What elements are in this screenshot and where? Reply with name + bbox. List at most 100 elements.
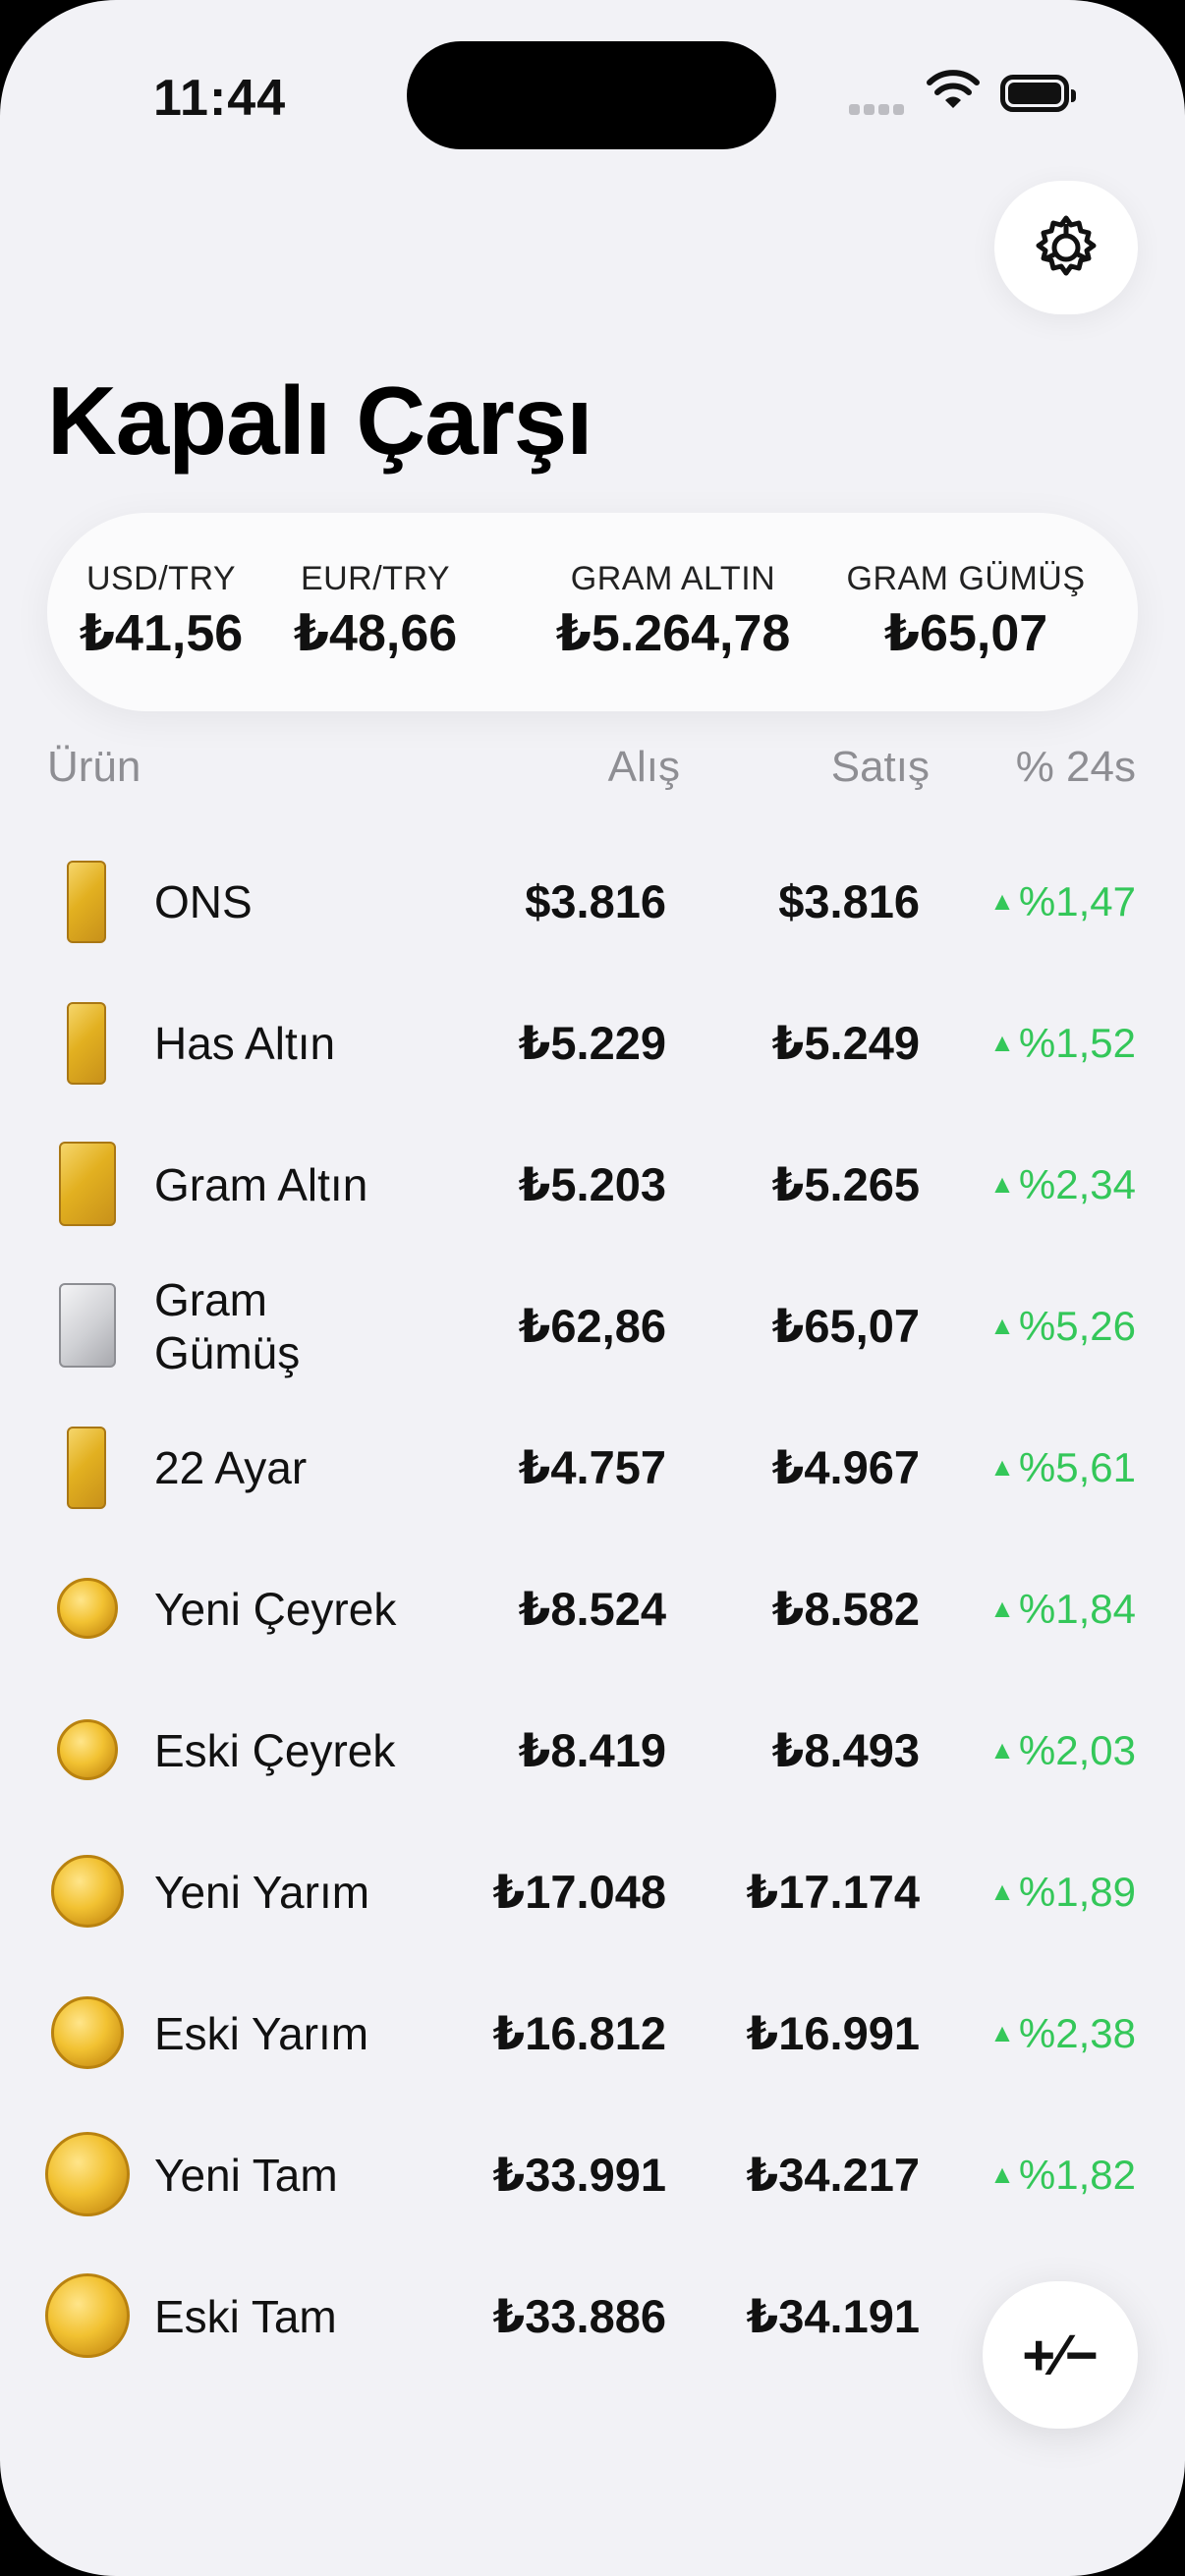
table-row-gram-altin[interactable]: Gram Altın ₺5.203 ₺5.265 ▲%2,34 bbox=[0, 1114, 1185, 1256]
rate-gram-gold[interactable]: GRAM ALTIN ₺5.264,78 bbox=[540, 560, 806, 663]
up-triangle-icon: ▲ bbox=[989, 1594, 1015, 1623]
row-sell-price: ₺5.265 bbox=[771, 1158, 920, 1210]
row-buy-price: ₺4.757 bbox=[518, 1441, 666, 1493]
row-change: ▲%2,38 bbox=[989, 2010, 1136, 2056]
row-change: ▲%1,47 bbox=[989, 878, 1136, 924]
row-sell-price: ₺8.582 bbox=[771, 1583, 920, 1635]
gold-coin-icon bbox=[45, 2273, 130, 2358]
row-name: ONS bbox=[154, 876, 253, 927]
plus-minus-icon: +⁄− bbox=[1022, 2323, 1099, 2387]
table-row-ons[interactable]: ONS $3.816 $3.816 ▲%1,47 bbox=[0, 831, 1185, 973]
gold-bar-icon bbox=[67, 1427, 106, 1509]
status-time: 11:44 bbox=[153, 70, 287, 127]
up-triangle-icon: ▲ bbox=[989, 1028, 1015, 1057]
rate-label: GRAM ALTIN bbox=[570, 560, 776, 597]
gold-coin-icon bbox=[45, 2132, 130, 2216]
row-change: ▲%2,34 bbox=[989, 1161, 1136, 1207]
row-name: Eski Yarım bbox=[154, 2008, 369, 2059]
row-sell-price: ₺65,07 bbox=[771, 1300, 920, 1352]
gold-coin-icon bbox=[57, 1578, 118, 1639]
rate-eur-try[interactable]: EUR/TRY ₺48,66 bbox=[279, 560, 472, 663]
up-triangle-icon: ▲ bbox=[989, 1735, 1015, 1764]
table-row-gram-gumus[interactable]: Gram Gümüş ₺62,86 ₺65,07 ▲%5,26 bbox=[0, 1256, 1185, 1397]
rate-value: ₺65,07 bbox=[883, 605, 1048, 662]
rate-label: EUR/TRY bbox=[300, 560, 451, 597]
gear-icon bbox=[1036, 215, 1097, 276]
rate-value: ₺5.264,78 bbox=[555, 605, 791, 662]
row-name: Yeni Tam bbox=[154, 2150, 338, 2201]
column-header-buy[interactable]: Alış bbox=[608, 743, 680, 792]
table-row-has-altin[interactable]: Has Altın ₺5.229 ₺5.249 ▲%1,52 bbox=[0, 973, 1185, 1114]
up-triangle-icon: ▲ bbox=[989, 1169, 1015, 1199]
table-row-22-ayar[interactable]: 22 Ayar ₺4.757 ₺4.967 ▲%5,61 bbox=[0, 1397, 1185, 1539]
wifi-icon bbox=[927, 70, 980, 108]
table-row-eski-ceyrek[interactable]: Eski Çeyrek ₺8.419 ₺8.493 ▲%2,03 bbox=[0, 1680, 1185, 1821]
row-buy-price: ₺8.419 bbox=[518, 1724, 666, 1776]
row-change: ▲%5,61 bbox=[989, 1444, 1136, 1490]
column-header-product: Ürün bbox=[47, 743, 141, 791]
plus-minus-button[interactable]: +⁄− bbox=[983, 2281, 1138, 2429]
rate-value: ₺41,56 bbox=[79, 605, 244, 662]
gram-gold-bar-icon bbox=[59, 1142, 116, 1226]
row-sell-price: ₺34.191 bbox=[746, 2290, 920, 2342]
page-title: Kapalı Çarşı bbox=[47, 366, 592, 475]
gold-coin-icon bbox=[57, 1719, 118, 1780]
row-buy-price: ₺8.524 bbox=[518, 1583, 666, 1635]
table-row-yeni-tam[interactable]: Yeni Tam ₺33.991 ₺34.217 ▲%1,82 bbox=[0, 2104, 1185, 2246]
row-buy-price: ₺33.991 bbox=[492, 2149, 666, 2201]
row-sell-price: ₺5.249 bbox=[771, 1017, 920, 1069]
row-change: ▲%1,52 bbox=[989, 1020, 1136, 1066]
table-row-eski-yarim[interactable]: Eski Yarım ₺16.812 ₺16.991 ▲%2,38 bbox=[0, 1963, 1185, 2104]
rate-gram-silver[interactable]: GRAM GÜMÜŞ ₺65,07 bbox=[835, 560, 1097, 663]
row-buy-price: ₺16.812 bbox=[492, 2007, 666, 2059]
row-name: Eski Çeyrek bbox=[154, 1725, 396, 1776]
row-buy-price: ₺62,86 bbox=[518, 1300, 666, 1352]
row-change: ▲%1,89 bbox=[989, 1869, 1136, 1915]
row-name: 22 Ayar bbox=[154, 1442, 308, 1493]
row-buy-price: ₺5.229 bbox=[518, 1017, 666, 1069]
rates-summary-card: USD/TRY ₺41,56 EUR/TRY ₺48,66 GRAM ALTIN… bbox=[47, 513, 1138, 711]
row-sell-price: ₺34.217 bbox=[746, 2149, 920, 2201]
row-sell-price: ₺17.174 bbox=[746, 1866, 920, 1918]
row-change: ▲%2,03 bbox=[989, 1727, 1136, 1773]
row-change: ▲%1,84 bbox=[989, 1586, 1136, 1632]
gold-bar-icon bbox=[67, 1002, 106, 1085]
column-header-change[interactable]: % 24s bbox=[1016, 743, 1136, 792]
app-screen: 11:44 Kapalı Çarşı USD/TRY ₺41,56 EUR/TR… bbox=[0, 0, 1185, 2576]
silver-bar-icon bbox=[59, 1283, 116, 1368]
battery-icon bbox=[1000, 75, 1076, 112]
up-triangle-icon: ▲ bbox=[989, 886, 1015, 916]
rate-label: USD/TRY bbox=[85, 560, 237, 597]
row-buy-price: ₺5.203 bbox=[518, 1158, 666, 1210]
row-sell-price: ₺16.991 bbox=[746, 2007, 920, 2059]
dynamic-island bbox=[407, 41, 776, 149]
rate-label: GRAM GÜMÜŞ bbox=[846, 560, 1086, 597]
row-sell-price: ₺8.493 bbox=[771, 1724, 920, 1776]
row-buy-price: ₺33.886 bbox=[492, 2290, 666, 2342]
row-change: ▲%1,82 bbox=[989, 2152, 1136, 2198]
row-buy-price: $3.816 bbox=[525, 875, 666, 927]
table-row-yeni-ceyrek[interactable]: Yeni Çeyrek ₺8.524 ₺8.582 ▲%1,84 bbox=[0, 1539, 1185, 1680]
up-triangle-icon: ▲ bbox=[989, 2159, 1015, 2189]
row-name: Yeni Yarım bbox=[154, 1867, 370, 1918]
row-name: Yeni Çeyrek bbox=[154, 1584, 397, 1635]
row-name: Has Altın bbox=[154, 1018, 336, 1069]
row-name: Gram Gümüş bbox=[154, 1274, 301, 1378]
up-triangle-icon: ▲ bbox=[989, 1452, 1015, 1482]
gold-coin-icon bbox=[51, 1996, 124, 2069]
up-triangle-icon: ▲ bbox=[989, 1311, 1015, 1340]
row-sell-price: ₺4.967 bbox=[771, 1441, 920, 1493]
row-name: Gram Altın bbox=[154, 1159, 368, 1210]
row-name: Eski Tam bbox=[154, 2291, 337, 2342]
rate-usd-try[interactable]: USD/TRY ₺41,56 bbox=[71, 560, 252, 663]
gold-coin-icon bbox=[51, 1855, 124, 1928]
row-buy-price: ₺17.048 bbox=[492, 1866, 666, 1918]
settings-button[interactable] bbox=[994, 181, 1138, 314]
cellular-signal-icon bbox=[849, 102, 908, 120]
rate-value: ₺48,66 bbox=[293, 605, 458, 662]
gold-bar-icon bbox=[67, 861, 106, 943]
column-header-sell[interactable]: Satış bbox=[831, 743, 930, 792]
table-row-yeni-yarim[interactable]: Yeni Yarım ₺17.048 ₺17.174 ▲%1,89 bbox=[0, 1821, 1185, 1963]
row-change: ▲%5,26 bbox=[989, 1303, 1136, 1349]
up-triangle-icon: ▲ bbox=[989, 1876, 1015, 1906]
